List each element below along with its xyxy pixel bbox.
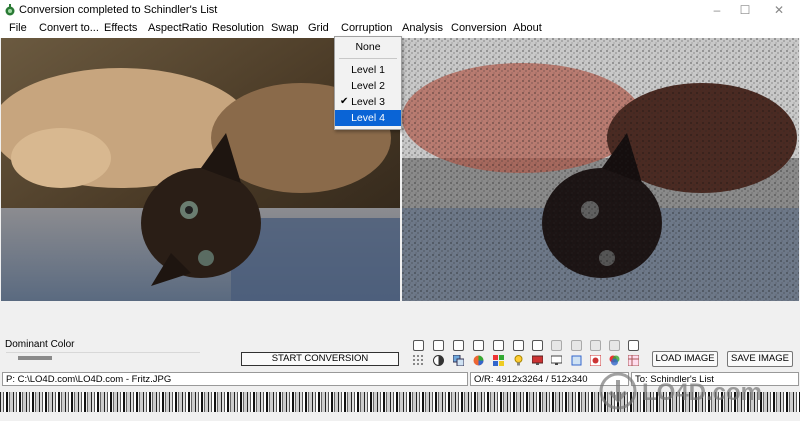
- window-title: Conversion completed to Schindler's List: [19, 4, 218, 16]
- table-icon[interactable]: [628, 355, 639, 366]
- menu-resolution[interactable]: Resolution: [212, 22, 264, 34]
- menu-conversion[interactable]: Conversion: [451, 22, 507, 34]
- menu-grid[interactable]: Grid: [308, 22, 329, 34]
- converted-image: [402, 38, 799, 301]
- watermark-text: LO4D.com: [642, 379, 762, 406]
- option-checkbox-disabled[interactable]: [551, 340, 562, 351]
- contrast-icon[interactable]: [433, 355, 444, 366]
- corruption-level-3[interactable]: ✔ Level 3: [335, 94, 401, 110]
- option-checkbox[interactable]: [453, 340, 464, 351]
- menu-swap[interactable]: Swap: [271, 22, 299, 34]
- load-image-button[interactable]: LOAD IMAGE: [652, 351, 718, 367]
- checkmark-icon: ✔: [340, 96, 349, 107]
- color-swap-icon[interactable]: [590, 355, 601, 366]
- grid-icon[interactable]: [413, 355, 424, 366]
- corruption-level-1[interactable]: Level 1: [335, 62, 401, 78]
- dominant-color-label: Dominant Color: [5, 339, 75, 350]
- option-checkbox-disabled[interactable]: [590, 340, 601, 351]
- corruption-none[interactable]: None: [335, 39, 401, 55]
- display-icon[interactable]: [551, 355, 562, 366]
- save-image-button[interactable]: SAVE IMAGE: [727, 351, 793, 367]
- corruption-dropdown: None Level 1 Level 2 ✔ Level 3 Level 4: [334, 36, 402, 130]
- option-checkbox[interactable]: [513, 340, 524, 351]
- dominant-color-swatch: [18, 356, 52, 360]
- menu-effects[interactable]: Effects: [104, 22, 137, 34]
- maximize-button[interactable]: ☐: [728, 0, 762, 20]
- option-checkbox[interactable]: [493, 340, 504, 351]
- option-checkbox[interactable]: [413, 340, 424, 351]
- menu-analysis[interactable]: Analysis: [402, 22, 443, 34]
- menu-corruption[interactable]: Corruption: [341, 22, 392, 34]
- palette-grid-icon[interactable]: [493, 355, 504, 366]
- start-conversion-button[interactable]: START CONVERSION: [241, 352, 399, 366]
- corruption-level-4[interactable]: Level 4: [335, 110, 401, 126]
- lo4d-watermark: LO4D.com: [599, 372, 762, 410]
- option-checkbox[interactable]: [628, 340, 639, 351]
- option-checkbox[interactable]: [473, 340, 484, 351]
- option-checkbox-disabled[interactable]: [609, 340, 620, 351]
- circles-icon[interactable]: [609, 355, 620, 366]
- frame-icon[interactable]: [571, 355, 582, 366]
- menu-file[interactable]: File: [9, 22, 27, 34]
- menu-convert-to[interactable]: Convert to...: [39, 22, 99, 34]
- title-bar: Conversion completed to Schindler's List…: [0, 0, 800, 20]
- menu-aspect-ratio[interactable]: AspectRatio: [148, 22, 207, 34]
- bulb-icon[interactable]: [513, 355, 524, 366]
- option-checkbox-disabled[interactable]: [571, 340, 582, 351]
- menu-about[interactable]: About: [513, 22, 542, 34]
- option-checkbox[interactable]: [433, 340, 444, 351]
- monitor-icon[interactable]: [532, 355, 543, 366]
- close-button[interactable]: ✕: [762, 0, 796, 20]
- option-checkbox[interactable]: [532, 340, 543, 351]
- layers-icon[interactable]: [453, 355, 464, 366]
- color-wheel-icon[interactable]: [473, 355, 484, 366]
- app-icon: [5, 4, 15, 16]
- path-field: P: C:\LO4D.com\LO4D.com - Fritz.JPG: [2, 372, 468, 386]
- corruption-level-2[interactable]: Level 2: [335, 78, 401, 94]
- divider: [6, 352, 200, 353]
- menu-separator: [339, 58, 397, 59]
